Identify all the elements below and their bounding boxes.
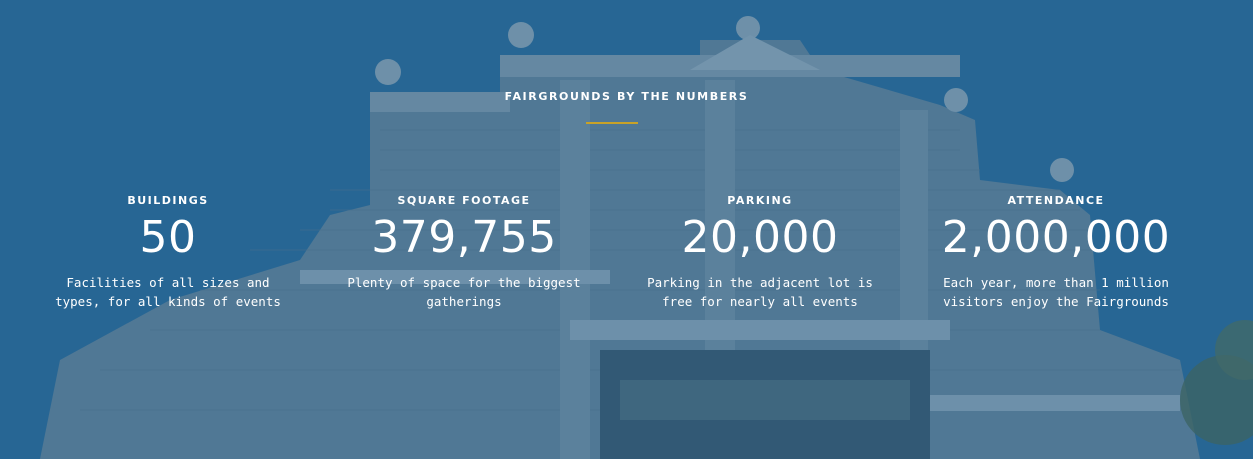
- stat-description: Parking in the adjacent lot is free for …: [647, 275, 873, 309]
- section-title: FAIRGROUNDS BY THE NUMBERS: [504, 90, 749, 103]
- stat-buildings: BUILDINGS 50 Facilities of all sizes and…: [38, 192, 298, 311]
- title-underline: [586, 122, 638, 124]
- stat-label: SQUARE FOOTAGE: [397, 194, 531, 207]
- stat-label: PARKING: [727, 194, 793, 207]
- stat-description: Plenty of space for the biggest gatherin…: [347, 275, 581, 309]
- stat-value: 50: [139, 212, 197, 263]
- stat-parking: PARKING 20,000 Parking in the adjacent l…: [630, 192, 890, 311]
- stat-label: ATTENDANCE: [1007, 194, 1105, 207]
- stat-label: BUILDINGS: [127, 194, 209, 207]
- stat-value: 20,000: [681, 212, 839, 263]
- stat-attendance: ATTENDANCE 2,000,000 Each year, more tha…: [926, 192, 1186, 311]
- stat-description: Each year, more than 1 million visitors …: [943, 275, 1169, 309]
- stat-description: Facilities of all sizes and types, for a…: [55, 275, 281, 309]
- numbers-content: FAIRGROUNDS BY THE NUMBERS BUILDINGS 50 …: [0, 0, 1253, 459]
- stat-value: 379,755: [371, 212, 557, 263]
- numbers-hero-section: FAIRGROUNDS BY THE NUMBERS BUILDINGS 50 …: [0, 0, 1253, 459]
- stat-value: 2,000,000: [941, 212, 1171, 263]
- stat-square-footage: SQUARE FOOTAGE 379,755 Plenty of space f…: [334, 192, 594, 311]
